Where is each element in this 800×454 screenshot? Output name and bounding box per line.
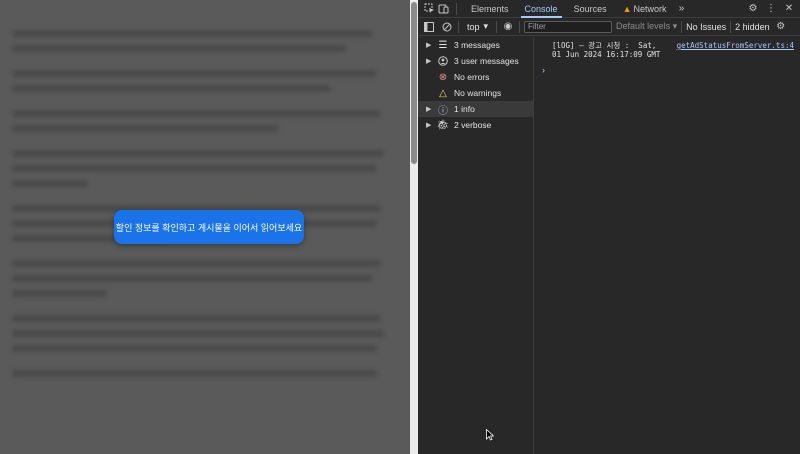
warning-icon: △ — [439, 87, 447, 99]
console-prompt-chevron-icon[interactable]: › — [542, 65, 794, 75]
log-levels-label: Default levels — [616, 21, 671, 31]
info-icon: ⓘ — [438, 105, 448, 117]
tab-divider — [456, 2, 457, 15]
toolbar-divider — [730, 20, 732, 33]
mouse-cursor-icon — [486, 428, 495, 441]
log-entry: [lOG] – 광고 시청 : Sat, 01 Jun 2024 16:17:09… — [552, 41, 794, 59]
sidebar-item-label: 3 user messages — [454, 56, 519, 66]
console-sidebar: ▶ ☰ 3 messages ▶ 3 user messages ⊗ No er… — [418, 37, 534, 454]
expand-arrow-icon[interactable]: ▶ — [426, 57, 436, 65]
sidebar-item-user-messages[interactable]: ▶ 3 user messages — [418, 53, 533, 69]
bug-icon: 🐞︎ — [436, 119, 450, 131]
sidebar-item-label: 1 info — [454, 104, 475, 114]
sidebar-item-errors[interactable]: ⊗ No errors — [418, 69, 533, 85]
sidebar-item-label: No warnings — [454, 88, 502, 98]
sidebar-item-label: 2 verbose — [454, 120, 492, 130]
more-tabs-icon[interactable]: » — [675, 2, 689, 16]
error-icon: ⊗ — [438, 71, 448, 83]
blurred-article-page: 할인 정보를 확인하고 게시물을 이어서 읽어보세요 — [0, 0, 410, 454]
context-selector[interactable]: top ▾ — [463, 21, 492, 32]
sidebar-toggle-icon[interactable] — [422, 20, 436, 34]
toolbar-divider — [681, 20, 683, 33]
clear-console-icon[interactable] — [440, 20, 454, 34]
read-more-button[interactable]: 할인 정보를 확인하고 게시물을 이어서 읽어보세요 — [114, 210, 304, 244]
console-settings-gear-icon[interactable]: ⚙ — [774, 20, 788, 34]
filter-input[interactable]: Filter — [524, 20, 613, 33]
console-body: ▶ ☰ 3 messages ▶ 3 user messages ⊗ No er… — [418, 37, 800, 454]
context-selector-label: top — [467, 21, 480, 32]
log-message-line: 01 Jun 2024 16:17:09 GMT — [552, 50, 661, 59]
sidebar-item-label: 3 messages — [454, 40, 500, 50]
tab-sources[interactable]: Sources — [566, 0, 615, 18]
toolbar-divider — [496, 20, 498, 33]
log-message-line: [lOG] – 광고 시청 : Sat, — [552, 41, 657, 50]
tab-network-label: Network — [633, 3, 667, 14]
toolbar-divider — [519, 20, 521, 33]
page-scrollbar-thumb[interactable] — [411, 2, 417, 164]
tab-network[interactable]: ▲ Network — [615, 0, 675, 18]
hidden-count: 2 hidden — [735, 21, 770, 32]
sidebar-item-label: No errors — [454, 72, 490, 82]
issues-button[interactable]: No Issues — [686, 22, 726, 32]
chevron-down-icon: ▾ — [483, 21, 489, 31]
devtools-panel: Elements Console Sources ▲ Network » ⚙ ⋮ … — [418, 0, 800, 454]
kebab-menu-icon[interactable]: ⋮ — [764, 2, 778, 16]
settings-gear-icon[interactable]: ⚙ — [746, 2, 760, 16]
expand-arrow-icon[interactable]: ▶ — [426, 121, 436, 129]
tab-console[interactable]: Console — [517, 0, 566, 18]
log-levels-dropdown[interactable]: Default levels ▾ — [616, 21, 677, 32]
live-expression-eye-icon[interactable]: ◉ — [501, 20, 515, 34]
tab-elements[interactable]: Elements — [463, 0, 517, 18]
user-icon — [436, 56, 450, 66]
expand-arrow-icon[interactable]: ▶ — [426, 105, 436, 113]
network-warning-icon: ▲ — [622, 3, 632, 14]
console-toolbar: top ▾ ◉ Filter Default levels ▾ No Issues… — [418, 18, 800, 36]
device-toolbar-icon[interactable] — [436, 2, 450, 16]
list-icon: ☰ — [438, 39, 448, 51]
log-source-link[interactable]: getAdStatusFromServer.ts:4 — [677, 41, 794, 59]
console-log-area: [lOG] – 광고 시청 : Sat, 01 Jun 2024 16:17:09… — [534, 37, 800, 454]
sidebar-item-info[interactable]: ▶ ⓘ 1 info — [418, 101, 533, 117]
inspect-element-icon[interactable] — [422, 2, 436, 16]
sidebar-item-messages[interactable]: ▶ ☰ 3 messages — [418, 37, 533, 53]
toolbar-divider — [458, 20, 459, 33]
devtools-tabbar: Elements Console Sources ▲ Network » ⚙ ⋮ … — [418, 0, 800, 18]
page-scrollbar[interactable] — [410, 0, 418, 454]
log-message: [lOG] – 광고 시청 : Sat, 01 Jun 2024 16:17:09… — [552, 41, 660, 59]
sidebar-item-verbose[interactable]: ▶ 🐞︎ 2 verbose — [418, 117, 533, 133]
sidebar-item-warnings[interactable]: △ No warnings — [418, 85, 533, 101]
expand-arrow-icon[interactable]: ▶ — [426, 41, 436, 49]
close-icon[interactable]: ✕ — [782, 2, 796, 16]
